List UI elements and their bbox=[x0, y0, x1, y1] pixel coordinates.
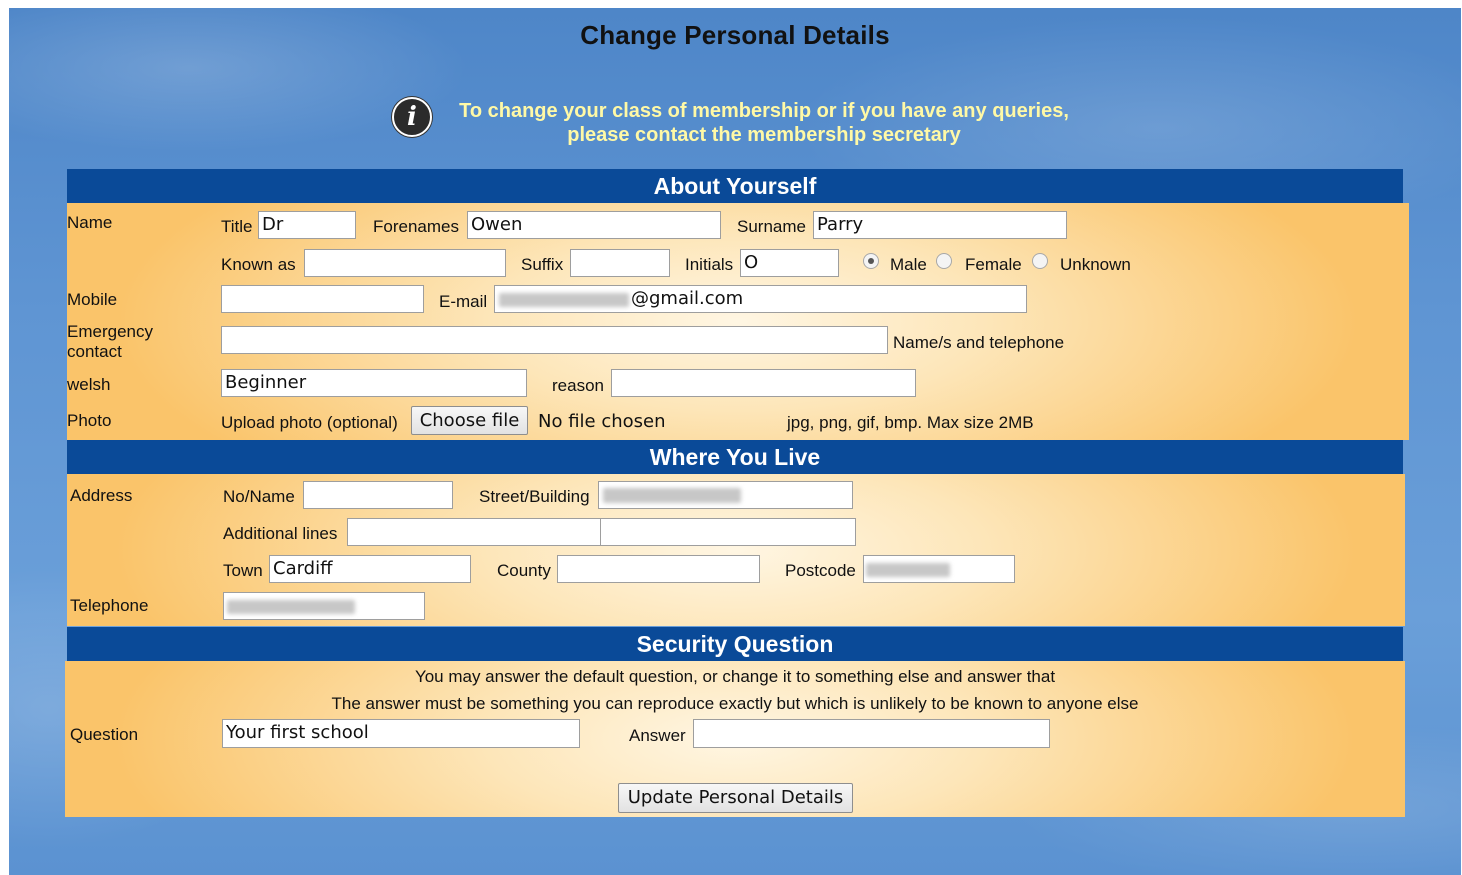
mobile-input[interactable] bbox=[221, 285, 424, 313]
emergency-label-line2: contact bbox=[67, 342, 122, 361]
page-title: Change Personal Details bbox=[580, 20, 890, 50]
forenames-input[interactable]: Owen bbox=[467, 211, 721, 239]
gender-male-label: Male bbox=[890, 255, 927, 274]
section-header-about: About Yourself bbox=[67, 169, 1403, 203]
security-panel: You may answer the default question, or … bbox=[65, 661, 1405, 817]
county-label: County bbox=[497, 561, 551, 580]
email-input[interactable]: @gmail.com bbox=[494, 285, 1027, 313]
section-header-where: Where You Live bbox=[67, 440, 1403, 474]
photo-format-hint: jpg, png, gif, bmp. Max size 2MB bbox=[787, 413, 1034, 432]
forenames-label: Forenames bbox=[373, 217, 459, 236]
email-label: E-mail bbox=[439, 292, 488, 311]
street-building-input[interactable] bbox=[598, 481, 853, 509]
gender-female-radio[interactable] bbox=[936, 253, 952, 269]
town-label: Town bbox=[223, 561, 263, 580]
gender-unknown-radio[interactable] bbox=[1032, 253, 1048, 269]
emergency-contact-input[interactable] bbox=[221, 326, 888, 354]
about-panel: Name Title Dr Forenames Owen Surname Par… bbox=[67, 203, 1409, 440]
telephone-redacted bbox=[227, 600, 355, 614]
welsh-label: welsh bbox=[67, 375, 111, 394]
choose-file-button[interactable]: Choose file bbox=[411, 406, 528, 435]
security-note-line2: The answer must be something you can rep… bbox=[331, 694, 1139, 713]
emergency-hint: Name/s and telephone bbox=[893, 333, 1065, 352]
surname-input[interactable]: Parry bbox=[813, 211, 1067, 239]
photo-label: Photo bbox=[67, 411, 112, 430]
gender-unknown-label: Unknown bbox=[1060, 255, 1131, 274]
where-panel: Address No/Name Street/Building Addition… bbox=[67, 474, 1405, 626]
title-input[interactable]: Dr bbox=[258, 211, 356, 239]
initials-input[interactable]: O bbox=[740, 249, 839, 277]
additional-line1-input[interactable] bbox=[347, 518, 602, 546]
emergency-label-line1: Emergency bbox=[67, 322, 153, 341]
email-visible-part: @gmail.com bbox=[631, 288, 744, 309]
security-question-input[interactable]: Your first school bbox=[222, 719, 580, 748]
upload-photo-label: Upload photo (optional) bbox=[221, 413, 398, 432]
info-message: To change your class of membership or if… bbox=[439, 99, 1089, 147]
additional-lines-label: Additional lines bbox=[223, 524, 338, 543]
name-label: Name bbox=[67, 213, 113, 232]
surname-label: Surname bbox=[737, 217, 806, 236]
no-name-input[interactable] bbox=[303, 481, 453, 509]
postcode-redacted bbox=[866, 563, 950, 577]
known-as-input[interactable] bbox=[304, 249, 506, 277]
known-as-label: Known as bbox=[221, 255, 296, 274]
security-note-line1: You may answer the default question, or … bbox=[414, 667, 1056, 686]
answer-label: Answer bbox=[629, 726, 686, 745]
security-answer-input[interactable] bbox=[693, 719, 1050, 748]
telephone-input[interactable] bbox=[223, 592, 425, 620]
no-file-chosen-text: No file chosen bbox=[538, 411, 666, 432]
info-icon: i bbox=[392, 97, 432, 137]
suffix-label: Suffix bbox=[521, 255, 564, 274]
street-redacted bbox=[603, 488, 741, 503]
info-message-line1: To change your class of membership or if… bbox=[459, 100, 1069, 122]
additional-line2-input[interactable] bbox=[600, 518, 856, 546]
reason-input[interactable] bbox=[611, 369, 916, 397]
mobile-label: Mobile bbox=[67, 290, 118, 309]
telephone-label: Telephone bbox=[70, 596, 149, 615]
section-header-security: Security Question bbox=[67, 627, 1403, 661]
address-label: Address bbox=[70, 486, 133, 505]
suffix-input[interactable] bbox=[570, 249, 670, 277]
welsh-input[interactable]: Beginner bbox=[221, 369, 527, 397]
initials-label: Initials bbox=[685, 255, 734, 274]
gender-male-radio[interactable] bbox=[863, 253, 879, 269]
postcode-label: Postcode bbox=[785, 561, 856, 580]
page-background: Change Personal Details i To change your… bbox=[9, 8, 1461, 875]
info-message-line2: please contact the membership secretary bbox=[567, 124, 961, 146]
county-input[interactable] bbox=[557, 555, 760, 583]
gender-female-label: Female bbox=[965, 255, 1022, 274]
question-label: Question bbox=[70, 725, 139, 744]
title-label: Title bbox=[221, 217, 253, 236]
emergency-contact-label: Emergency contact bbox=[67, 322, 153, 362]
update-personal-details-button[interactable]: Update Personal Details bbox=[618, 783, 853, 813]
reason-label: reason bbox=[552, 376, 604, 395]
postcode-input[interactable] bbox=[863, 555, 1015, 583]
town-input[interactable]: Cardiff bbox=[269, 555, 471, 583]
no-name-label: No/Name bbox=[223, 487, 295, 506]
street-building-label: Street/Building bbox=[479, 487, 590, 506]
email-redacted-part bbox=[499, 293, 629, 307]
